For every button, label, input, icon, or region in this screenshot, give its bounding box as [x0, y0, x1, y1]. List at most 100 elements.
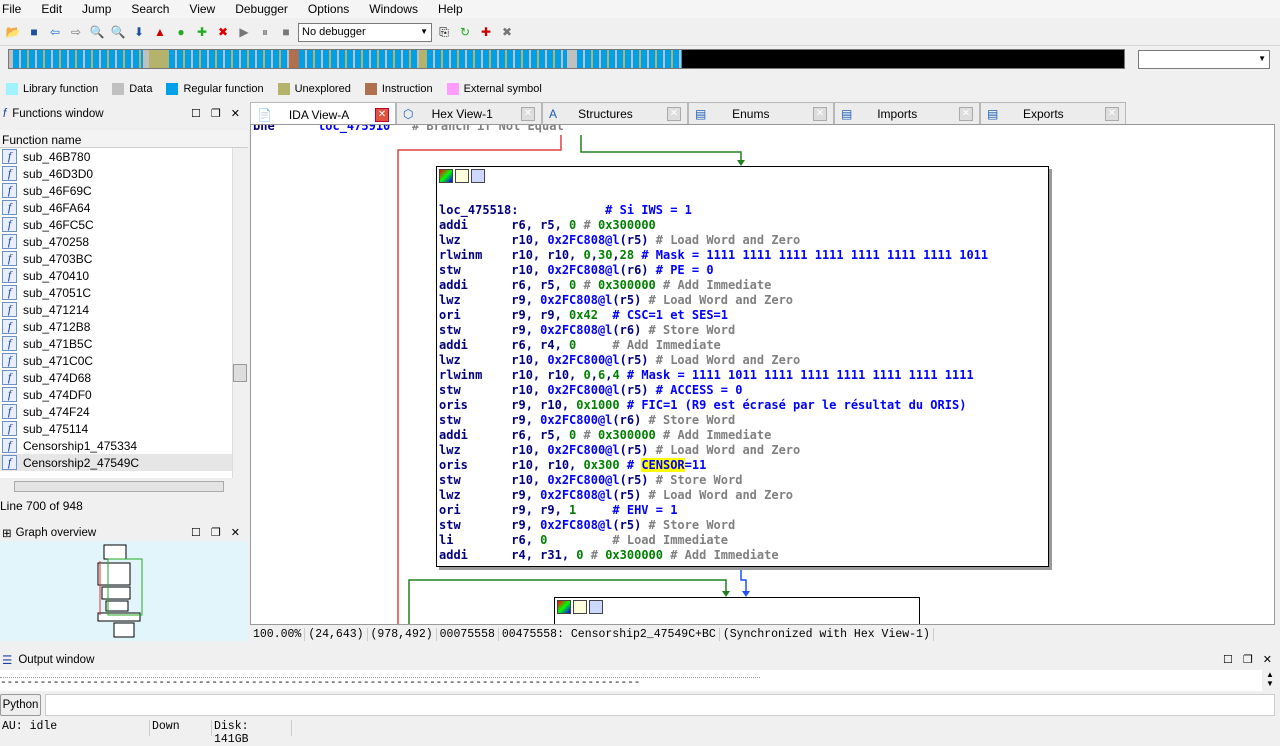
function-list-hscrollbar[interactable] — [0, 478, 248, 495]
close-icon[interactable]: ✕ — [231, 526, 240, 539]
function-list-item[interactable]: f sub_471214 — [0, 301, 232, 318]
code-line[interactable]: stw r10, 0x2FC808@l(r6) # PE = 0 — [439, 263, 1048, 278]
graph-overview[interactable] — [0, 541, 248, 641]
menu-windows[interactable]: Windows — [369, 0, 418, 18]
close-icon[interactable]: ✕ — [1263, 653, 1272, 666]
tab-close-icon[interactable]: ✕ — [958, 106, 973, 121]
jump-icon[interactable]: ⬇ — [130, 23, 148, 41]
save-icon[interactable]: ■ — [25, 23, 43, 41]
function-list-item[interactable]: f Censorship1_475334 — [0, 437, 232, 454]
function-list-item[interactable]: f sub_470258 — [0, 233, 232, 250]
tab-ida-view-a[interactable]: 📄 IDA View-A ✕ — [250, 102, 396, 126]
code-line[interactable]: loc_475518: # Si IWS = 1 — [439, 203, 1048, 218]
tab-close-icon[interactable]: ✕ — [666, 106, 681, 121]
code-line[interactable]: rlwinm r10, r10, 0,30,28 # Mask = 1111 1… — [439, 248, 1048, 263]
text-search-icon[interactable]: 🔍 — [109, 23, 127, 41]
python-button[interactable]: Python — [0, 694, 41, 716]
add-struct-icon[interactable]: ✚ — [193, 23, 211, 41]
tab-structures[interactable]: A Structures ✕ — [542, 102, 688, 125]
back-icon[interactable]: ⇦ — [46, 23, 64, 41]
code-line[interactable]: lwz r9, 0x2FC808@l(r5) # Load Word and Z… — [439, 488, 1048, 503]
function-list-item[interactable]: f sub_46FC5C — [0, 216, 232, 233]
tab-close-icon[interactable]: ✕ — [375, 107, 389, 122]
play-icon[interactable]: ▶ — [235, 23, 253, 41]
function-list-item[interactable]: f sub_46D3D0 — [0, 165, 232, 182]
tab-enums[interactable]: ▤ Enums ✕ — [688, 102, 834, 125]
navigation-band[interactable] — [8, 49, 1125, 69]
rename-icon[interactable] — [455, 169, 469, 183]
code-line[interactable]: stw r9, 0x2FC808@l(r6) # Store Word — [439, 323, 1048, 338]
code-line[interactable]: oris r9, r10, 0x1000 # FIC=1 (R9 est écr… — [439, 398, 1048, 413]
debugger-select[interactable]: No debugger — [298, 22, 432, 42]
function-list-item[interactable]: f sub_47051C — [0, 284, 232, 301]
function-list-item[interactable]: f sub_475114 — [0, 420, 232, 437]
code-line[interactable]: addi r6, r5, 0 # 0x300000 — [439, 218, 1048, 233]
code-line[interactable]: stw r9, 0x2FC800@l(r6) # Store Word — [439, 413, 1048, 428]
code-line[interactable]: rlwinm r10, r10, 0,6,4 # Mask = 1111 101… — [439, 368, 1048, 383]
menu-jump[interactable]: Jump — [82, 0, 111, 18]
tab-close-icon[interactable]: ✕ — [521, 106, 535, 121]
binary-search-icon[interactable]: 🔍 — [88, 23, 106, 41]
forward-icon[interactable]: ⇨ — [67, 23, 85, 41]
function-list-item[interactable]: f sub_46FA64 — [0, 199, 232, 216]
maximize-icon[interactable]: ☐ — [191, 107, 201, 120]
nav-select[interactable] — [1138, 50, 1270, 69]
code-line[interactable]: lwz r10, 0x2FC800@l(r5) # Load Word and … — [439, 443, 1048, 458]
function-list-item[interactable]: f sub_4703BC — [0, 250, 232, 267]
menu-edit[interactable]: Edit — [41, 0, 62, 18]
breakpoint-icon[interactable]: ✚ — [477, 23, 495, 41]
code-listing[interactable]: loc_475518: # Si IWS = 1 addi r6, r5, 0 #… — [437, 185, 1048, 563]
menu-help[interactable]: Help — [438, 0, 463, 18]
group-icon[interactable] — [589, 600, 603, 614]
menu-file[interactable]: File — [2, 0, 21, 18]
code-line[interactable]: addi r4, r31, 0 # 0x300000 # Add Immedia… — [439, 548, 1048, 563]
tab-close-icon[interactable]: ✕ — [813, 106, 827, 121]
menu-options[interactable]: Options — [308, 0, 349, 18]
code-line[interactable]: stw r10, 0x2FC800@l(r5) # ACCESS = 0 — [439, 383, 1048, 398]
code-line[interactable]: li r6, 0 # Load Immediate — [439, 533, 1048, 548]
tab-close-icon[interactable]: ✕ — [1105, 106, 1119, 121]
function-list-item[interactable]: f sub_470410 — [0, 267, 232, 284]
attach-icon[interactable]: ⎘ — [435, 23, 453, 41]
code-line[interactable]: lwz r10, 0x2FC808@l(r5) # Load Word and … — [439, 233, 1048, 248]
stop-icon[interactable]: ■ — [277, 23, 295, 41]
code-line[interactable]: lwz r10, 0x2FC800@l(r5) # Load Word and … — [439, 353, 1048, 368]
tab-exports[interactable]: ▤ Exports ✕ — [980, 102, 1126, 125]
function-list-item[interactable]: f sub_474D68 — [0, 369, 232, 386]
code-line[interactable]: addi r6, r5, 0 # 0x300000 # Add Immediat… — [439, 428, 1048, 443]
code-line[interactable]: stw r9, 0x2FC808@l(r5) # Store Word — [439, 518, 1048, 533]
code-line[interactable]: addi r6, r4, 0 # Add Immediate — [439, 338, 1048, 353]
run-icon[interactable]: ● — [172, 23, 190, 41]
maximize-icon[interactable]: ☐ — [1223, 653, 1233, 666]
code-line[interactable]: stw r10, 0x2FC800@l(r5) # Store Word — [439, 473, 1048, 488]
remove-breakpoint-icon[interactable]: ✖ — [498, 23, 516, 41]
close-icon[interactable]: ✕ — [231, 107, 240, 120]
rename-icon[interactable] — [573, 600, 587, 614]
color-icon[interactable] — [439, 169, 453, 183]
code-block-loc-475518[interactable]: loc_475518: # Si IWS = 1 addi r6, r5, 0 #… — [436, 166, 1049, 567]
code-line[interactable]: ori r9, r9, 0x42 # CSC=1 et SES=1 — [439, 308, 1048, 323]
function-list-item[interactable]: f sub_46B780 — [0, 148, 232, 165]
menu-search[interactable]: Search — [131, 0, 169, 18]
pause-icon[interactable]: ⏸ — [256, 23, 274, 41]
graph-icon[interactable]: ▲ — [151, 23, 169, 41]
group-icon[interactable] — [471, 169, 485, 183]
function-list-scrollbar[interactable] — [232, 148, 248, 478]
menu-debugger[interactable]: Debugger — [235, 0, 288, 18]
tab-imports[interactable]: ▤ Imports ✕ — [834, 102, 980, 125]
restore-icon[interactable]: ❐ — [211, 107, 221, 120]
graph-view[interactable]: bne loc_475910 # Branch if Not Equal loc… — [250, 124, 1275, 625]
function-list-item[interactable]: f sub_471C0C — [0, 352, 232, 369]
function-list-item[interactable]: f Censorship2_47549C — [0, 454, 232, 471]
tab-hex-view-1[interactable]: ⬡ Hex View-1 ✕ — [396, 102, 542, 125]
python-command-input[interactable] — [45, 694, 1275, 716]
function-list-item[interactable]: f sub_46F69C — [0, 182, 232, 199]
code-line[interactable]: addi r6, r5, 0 # 0x300000 # Add Immediat… — [439, 278, 1048, 293]
maximize-icon[interactable]: ☐ — [191, 526, 201, 539]
code-line[interactable]: oris r10, r10, 0x300 # CENSOR=11 — [439, 458, 1048, 473]
function-list-item[interactable]: f sub_4712B8 — [0, 318, 232, 335]
menu-view[interactable]: View — [189, 0, 215, 18]
close-icon[interactable]: ✖ — [214, 23, 232, 41]
function-name-header[interactable]: Function name — [0, 130, 248, 148]
output-scrollbar[interactable]: ▲ ▼ — [1262, 670, 1278, 691]
